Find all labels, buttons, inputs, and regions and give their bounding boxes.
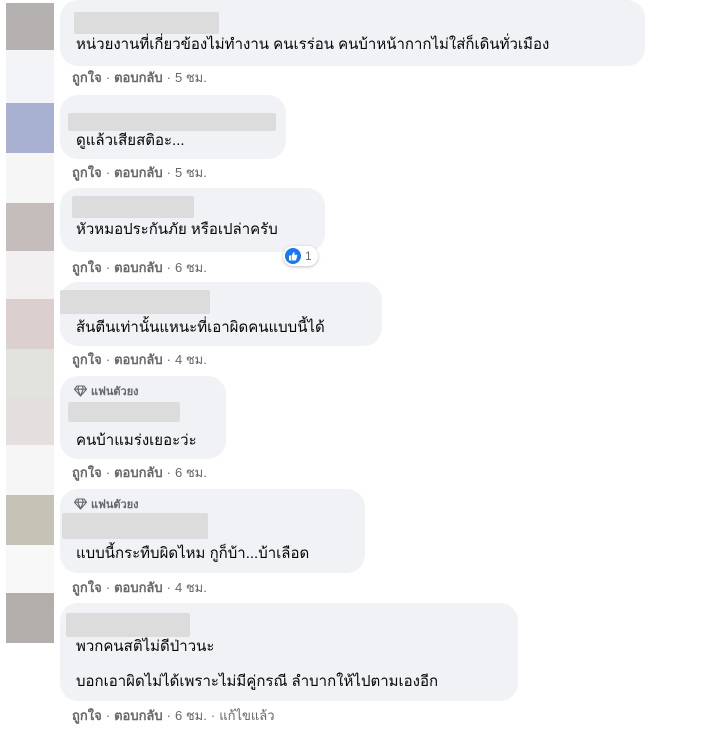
like-button[interactable]: ถูกใจ	[72, 580, 102, 595]
comment-actions: ถูกใจ · ตอบกลับ · 4 ชม.	[72, 580, 207, 595]
blurred-author-name[interactable]	[72, 196, 194, 218]
comment-bubble: แฟนตัวยง แบบนี้กระทืบผิดไหม กูก็บ้า...บ้…	[60, 489, 365, 573]
comment-actions: ถูกใจ · ตอบกลับ · 4 ชม.	[72, 352, 207, 367]
comment-time[interactable]: 6 ชม.	[175, 708, 207, 723]
like-icon	[285, 248, 301, 264]
comment-actions: ถูกใจ · ตอบกลับ · 5 ชม.	[72, 70, 207, 85]
comment-text: หน่วยงานที่เกี่ยวข้องไม่ทำงาน คนเรร่อน ค…	[76, 36, 550, 53]
comment-bubble: พวกคนสติไม่ดีป่าวนะ บอกเอาผิดไม่ได้เพราะ…	[60, 603, 518, 701]
avatar[interactable]	[6, 3, 54, 50]
comment-text: หัวหมอประกันภัย หรือเปล่าครับ	[76, 221, 278, 238]
blurred-author-name[interactable]	[62, 513, 208, 539]
avatar[interactable]	[6, 50, 54, 103]
comment-bubble: หน่วยงานที่เกี่ยวข้องไม่ทำงาน คนเรร่อน ค…	[60, 0, 645, 66]
like-button[interactable]: ถูกใจ	[72, 165, 102, 180]
reply-button[interactable]: ตอบกลับ	[114, 708, 163, 723]
top-fan-badge: แฟนตัวยง	[74, 497, 139, 511]
comment-bubble: ส้นตีนเท่านั้นแหนะที่เอาผิดคนแบบนี้ได้	[60, 282, 382, 346]
comment-actions: ถูกใจ · ตอบกลับ · 5 ชม.	[72, 165, 207, 180]
blurred-author-name[interactable]	[68, 402, 180, 422]
like-button[interactable]: ถูกใจ	[72, 465, 102, 480]
reaction-number: 1	[305, 249, 312, 263]
diamond-icon	[74, 385, 87, 397]
avatar[interactable]	[6, 545, 54, 593]
like-button[interactable]: ถูกใจ	[72, 260, 102, 275]
avatar[interactable]	[6, 153, 54, 203]
comment-text: แบบนี้กระทืบผิดไหม กูก็บ้า...บ้าเลือด	[76, 545, 310, 562]
avatar[interactable]	[6, 397, 54, 445]
reply-button[interactable]: ตอบกลับ	[114, 465, 163, 480]
comment-bubble: หัวหมอประกันภัย หรือเปล่าครับ	[60, 188, 325, 252]
avatar[interactable]	[6, 349, 54, 397]
like-button[interactable]: ถูกใจ	[72, 352, 102, 367]
top-fan-label: แฟนตัวยง	[91, 499, 139, 511]
comment-actions: ถูกใจ · ตอบกลับ · 6 ชม.	[72, 465, 207, 480]
reply-button[interactable]: ตอบกลับ	[114, 165, 163, 180]
comment-actions: ถูกใจ · ตอบกลับ · 6 ชม.	[72, 260, 207, 275]
comment-text: คนบ้าแมร่งเยอะว่ะ	[76, 432, 197, 449]
comment-time[interactable]: 4 ชม.	[175, 580, 207, 595]
reply-button[interactable]: ตอบกลับ	[114, 70, 163, 85]
comment-actions: ถูกใจ · ตอบกลับ · 6 ชม. · แก้ไขแล้ว	[72, 708, 275, 723]
blurred-author-name[interactable]	[74, 12, 219, 34]
comment-time[interactable]: 6 ชม.	[175, 260, 207, 275]
comment-bubble: แฟนตัวยง คนบ้าแมร่งเยอะว่ะ	[60, 376, 226, 459]
comment-text: ดูแล้วเสียสติอะ...	[76, 132, 185, 149]
edited-label[interactable]: แก้ไขแล้ว	[219, 708, 274, 723]
comment-time[interactable]: 5 ชม.	[175, 70, 207, 85]
reply-button[interactable]: ตอบกลับ	[114, 352, 163, 367]
comment-time[interactable]: 4 ชม.	[175, 352, 207, 367]
reply-button[interactable]: ตอบกลับ	[114, 260, 163, 275]
avatar[interactable]	[6, 103, 54, 153]
comment-time[interactable]: 5 ชม.	[175, 165, 207, 180]
blurred-author-name[interactable]	[66, 613, 190, 637]
comment-text: ส้นตีนเท่านั้นแหนะที่เอาผิดคนแบบนี้ได้	[76, 319, 325, 336]
reaction-count[interactable]: 1	[283, 246, 318, 266]
top-fan-badge: แฟนตัวยง	[74, 384, 139, 398]
avatar[interactable]	[6, 251, 54, 299]
blurred-author-name[interactable]	[60, 290, 210, 314]
avatar[interactable]	[6, 203, 54, 251]
avatar[interactable]	[6, 495, 54, 545]
top-fan-label: แฟนตัวยง	[91, 386, 139, 398]
blurred-author-name[interactable]	[68, 113, 276, 131]
avatar[interactable]	[6, 593, 54, 643]
avatar[interactable]	[6, 445, 54, 495]
diamond-icon	[74, 498, 87, 510]
comment-time[interactable]: 6 ชม.	[175, 465, 207, 480]
comment-bubble: ดูแล้วเสียสติอะ...	[60, 95, 286, 159]
like-button[interactable]: ถูกใจ	[72, 708, 102, 723]
comment-text-line-2: บอกเอาผิดไม่ได้เพราะไม่มีคู่กรณี ลำบากให…	[76, 673, 439, 690]
reply-button[interactable]: ตอบกลับ	[114, 580, 163, 595]
comment-text-line-1: พวกคนสติไม่ดีป่าวนะ	[76, 638, 215, 655]
avatar[interactable]	[6, 299, 54, 349]
like-button[interactable]: ถูกใจ	[72, 70, 102, 85]
